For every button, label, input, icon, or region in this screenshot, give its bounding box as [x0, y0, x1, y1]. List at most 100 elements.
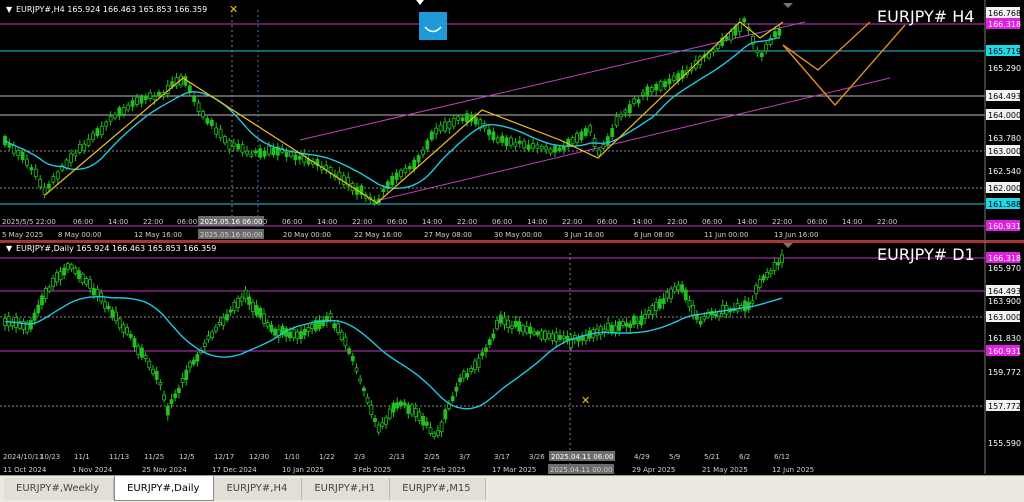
- price-label: 164.493: [988, 92, 1021, 101]
- time-tick-label: 14:00: [422, 218, 442, 226]
- time-tick-label: 14:00: [737, 218, 757, 226]
- d1-time-axis[interactable]: 2024/10/1110/23 11/1 11/13 11/25 12/5 12/17 12…: [3, 451, 814, 474]
- time-tick-label: 14:00: [317, 218, 337, 226]
- time-tick-label: 06:00: [702, 218, 722, 226]
- h4-price-axis[interactable]: 166.768 166.318 165.719 165.290 164.493 164.0…: [986, 7, 1021, 231]
- h4-shift-marker-icon[interactable]: [783, 3, 793, 8]
- price-label: 163.900: [988, 297, 1021, 306]
- time-tick-label: 10/23: [40, 453, 60, 461]
- price-label: 161.588: [988, 200, 1021, 209]
- d1-chart[interactable]: ✕ ▼ EURJPY#,Daily 165.924 166.463 165.85…: [0, 241, 1024, 474]
- d1-symbol-info: EURJPY#,Daily 165.924 166.463 165.853 16…: [16, 244, 216, 253]
- date-tick-label: 3 Feb 2025: [352, 466, 391, 474]
- date-tick-label: 11 Oct 2024: [3, 466, 47, 474]
- time-tick-label: 5/21: [704, 453, 720, 461]
- price-label: 161.830: [988, 334, 1021, 343]
- d1-horizontal-levels: [0, 257, 985, 407]
- time-tick-label: 12/5: [179, 453, 195, 461]
- date-tick-label: 25 Nov 2024: [142, 466, 187, 474]
- price-label: 163.000: [988, 147, 1021, 156]
- price-label: 164.493: [988, 287, 1021, 296]
- time-tick-label: 14:00: [108, 218, 128, 226]
- time-tick-label: 06:00: [387, 218, 407, 226]
- date-tick-label: 13 Jun 16:00: [774, 231, 818, 239]
- price-label: 165.290: [988, 64, 1021, 73]
- price-label: 157.772: [988, 402, 1021, 411]
- date-tick-label: 17 Mar 2025: [492, 466, 536, 474]
- time-tick-label: 3/17: [494, 453, 510, 461]
- time-tick-label: 3/7: [459, 453, 470, 461]
- h4-indicator-button[interactable]: [419, 12, 447, 40]
- time-tick-label: 14:00: [527, 218, 547, 226]
- date-tick-label: 11 Jun 00:00: [704, 231, 748, 239]
- time-tick-label: 22:00: [143, 218, 163, 226]
- d1-marker-cross-icon: ✕: [581, 394, 590, 407]
- price-label: 166.318: [988, 254, 1021, 263]
- tab-m15[interactable]: EURJPY#,M15: [390, 478, 486, 500]
- price-label: 166.768: [988, 9, 1021, 18]
- date-tick-label: 12 Jun 2025: [772, 466, 814, 474]
- price-label: 155.590: [988, 439, 1021, 448]
- chart-tab-bar: EURJPY#,Weekly EURJPY#,Daily EURJPY#,H4 …: [0, 475, 1024, 502]
- time-tick-label: 06:00: [597, 218, 617, 226]
- tab-weekly[interactable]: EURJPY#,Weekly: [4, 478, 115, 500]
- d1-symbol-label: EURJPY# D1: [877, 245, 975, 264]
- h4-info-arrow-icon: ▼: [6, 5, 13, 14]
- price-label: 162.000: [988, 184, 1021, 193]
- date-tick-label: 8 May 00:00: [58, 231, 102, 239]
- d1-price-axis[interactable]: 166.318165.970 164.493163.900 163.000 161.8…: [986, 252, 1021, 448]
- h4-crosshair-time: 2025.05.16 06:00: [200, 218, 262, 226]
- price-label: 163.000: [988, 313, 1021, 322]
- price-label: 165.719: [988, 47, 1021, 56]
- time-tick-label: 06:00: [73, 218, 93, 226]
- tab-h1[interactable]: EURJPY#,H1: [302, 478, 391, 500]
- time-tick-label: 06:00: [492, 218, 512, 226]
- time-tick-label: 2/13: [389, 453, 405, 461]
- time-tick-label: 2/3: [354, 453, 365, 461]
- price-label: 165.970: [988, 264, 1021, 273]
- date-tick-label: 5 May 2025: [2, 231, 43, 239]
- date-tick-label: 3 Jun 16:00: [564, 231, 604, 239]
- h4-chart[interactable]: ✕ ▼ EURJPY#,H4 165.924 166.463 165.853 1…: [0, 0, 1024, 240]
- d1-crosshair-time: 2025.04.11 06:00: [551, 453, 613, 461]
- date-tick-label: 2025.04.11 00:00: [550, 466, 612, 474]
- time-tick-label: 14:00: [842, 218, 862, 226]
- price-label: 160.931: [988, 222, 1021, 231]
- time-tick-label: 5/9: [669, 453, 680, 461]
- price-label: 159.772: [988, 368, 1021, 377]
- date-tick-label: 12 May 16:00: [134, 231, 182, 239]
- time-tick-label: 1/22: [319, 453, 335, 461]
- tab-daily[interactable]: EURJPY#,Daily: [114, 476, 215, 501]
- time-tick-label: 22:00: [772, 218, 792, 226]
- h4-chart-pane[interactable]: ✕ ▼ EURJPY#,H4 165.924 166.463 165.853 1…: [0, 0, 1024, 241]
- h4-candles: [3, 16, 782, 206]
- time-tick-label: 2/25: [424, 453, 440, 461]
- time-tick-label: 4/29: [634, 453, 650, 461]
- time-tick-label: 22:00: [562, 218, 582, 226]
- h4-forecast-path-1: [782, 21, 871, 71]
- time-tick-label: 2024/10/11: [3, 453, 43, 461]
- date-tick-label: 1 Nov 2024: [72, 466, 113, 474]
- time-tick-label: 11/25: [144, 453, 164, 461]
- d1-candles: [3, 249, 784, 440]
- h4-time-axis[interactable]: 2025/5/5 22:00 06:00 14:00 22:00 06:00 14:00 2…: [2, 216, 897, 239]
- d1-info-arrow-icon: ▼: [6, 244, 13, 253]
- date-tick-label: 17 Dec 2024: [212, 466, 257, 474]
- d1-shift-marker-icon[interactable]: [783, 243, 793, 248]
- date-tick-label: 20 May 00:00: [283, 231, 331, 239]
- time-tick-label: 2025/5/5 22:00: [2, 218, 56, 226]
- time-tick-label: 22:00: [667, 218, 687, 226]
- price-label: 166.318: [988, 20, 1021, 29]
- h4-symbol-info: EURJPY#,H4 165.924 166.463 165.853 166.3…: [16, 5, 207, 14]
- tab-h4[interactable]: EURJPY#,H4: [214, 478, 303, 500]
- price-label: 163.780: [988, 134, 1021, 143]
- h4-zigzag-line: [44, 21, 784, 204]
- date-tick-label: 30 May 00:00: [494, 231, 542, 239]
- d1-moving-average: [4, 296, 783, 410]
- time-tick-label: 14:00: [632, 218, 652, 226]
- time-tick-label: 3/26: [529, 453, 545, 461]
- time-tick-label: 11/13: [109, 453, 129, 461]
- d1-chart-pane[interactable]: ✕ ▼ EURJPY#,Daily 165.924 166.463 165.85…: [0, 241, 1024, 474]
- window-split-icon[interactable]: [416, 0, 424, 5]
- time-tick-label: 22:00: [877, 218, 897, 226]
